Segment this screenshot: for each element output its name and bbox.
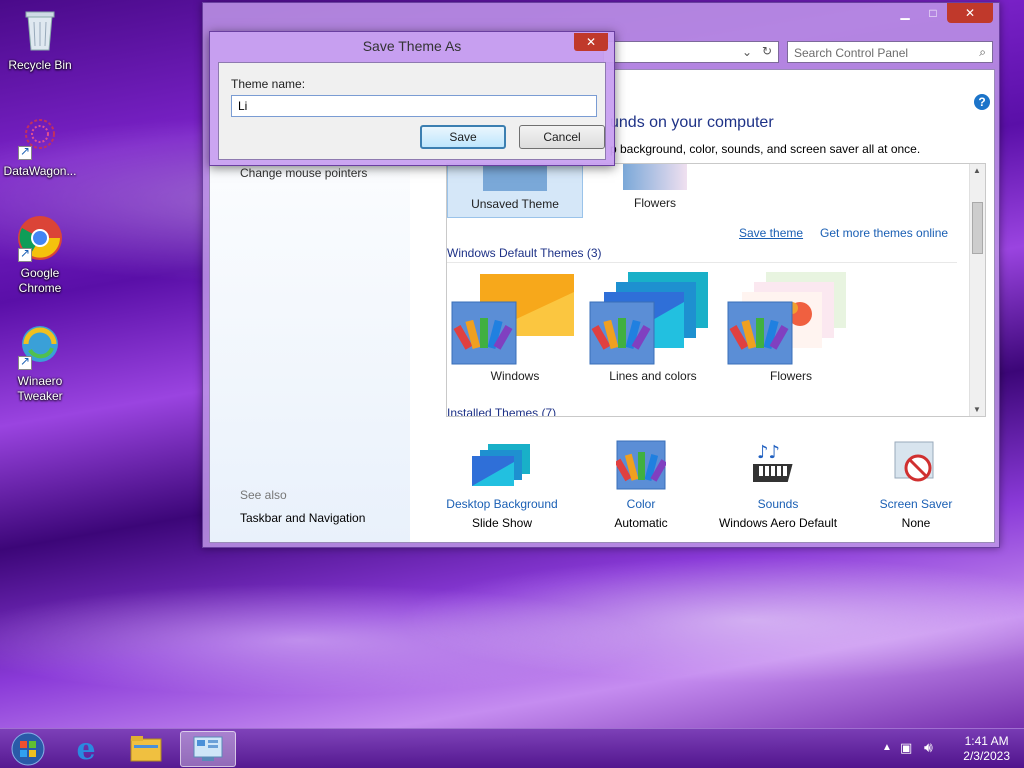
desktop-icon-label: Recycle Bin: [8, 58, 72, 72]
setting-title: Sounds: [757, 497, 799, 511]
theme-name-input[interactable]: [231, 95, 597, 117]
page-title: unds on your computer: [610, 114, 774, 131]
theme-name-label: Theme name:: [231, 77, 306, 91]
shortcut-arrow-icon: [18, 246, 32, 262]
windows-theme-preview-icon: [451, 274, 574, 365]
network-icon[interactable]: ▣: [900, 740, 912, 756]
theme-flowers[interactable]: Flowers: [723, 272, 859, 383]
scroll-down-icon[interactable]: ▼: [973, 405, 981, 414]
screen-saver-icon: [894, 441, 934, 482]
scroll-up-icon[interactable]: ▲: [973, 166, 981, 175]
internet-explorer-icon: e: [76, 731, 96, 767]
page-description: p background, color, sounds, and screen …: [610, 142, 921, 156]
sounds-icon: ♪♪: [745, 442, 793, 482]
save-button[interactable]: Save: [420, 125, 506, 149]
taskbar-control-panel[interactable]: [180, 731, 236, 767]
save-theme-link[interactable]: Save theme: [739, 226, 803, 240]
flowers-theme-preview-icon: [727, 272, 846, 365]
desktop-background-setting[interactable]: Desktop Background Slide Show: [432, 440, 572, 530]
desktop-icon-winaero[interactable]: Winaero Tweaker: [0, 322, 80, 404]
chevron-down-icon[interactable]: ⌄: [742, 45, 752, 59]
theme-unsaved[interactable]: Unsaved Theme: [447, 164, 583, 218]
taskbar-file-explorer[interactable]: [118, 731, 174, 767]
setting-value: None: [901, 516, 931, 530]
dialog-title: Save Theme As: [362, 38, 462, 54]
setting-title: Screen Saver: [879, 497, 953, 511]
start-button[interactable]: [0, 731, 56, 767]
theme-flowers-mine[interactable]: Flowers: [587, 164, 723, 218]
desktop-background-icon: [472, 444, 530, 486]
chrome-icon: [16, 214, 64, 262]
windows-logo-icon: [11, 732, 45, 766]
system-tray: ▲ ▣ 🔊︎ 1:41 AM 2/3/2023: [874, 729, 1024, 768]
help-icon[interactable]: ?: [974, 94, 990, 110]
dialog-body: Theme name: Save Cancel: [218, 62, 606, 160]
search-icon[interactable]: ⌕: [979, 45, 986, 60]
shortcut-arrow-icon: [18, 144, 32, 160]
minimize-button[interactable]: ▁: [891, 3, 919, 23]
theme-thumbnail-icon: [483, 165, 547, 191]
svg-text:♪♪: ♪♪: [757, 442, 780, 463]
desktop-icon-chrome[interactable]: Google Chrome: [0, 214, 80, 296]
search-placeholder: Search Control Panel: [794, 46, 909, 60]
show-hidden-icons-icon[interactable]: ▲: [882, 742, 892, 753]
desktop-icon-datawagon[interactable]: DataWagon...: [0, 112, 80, 179]
sounds-setting[interactable]: ♪♪ Sounds Windows Aero Default: [708, 440, 848, 530]
cancel-button[interactable]: Cancel: [519, 125, 605, 149]
datawagon-icon: [16, 112, 64, 160]
clock-time: 1:41 AM: [964, 734, 1009, 748]
control-panel-icon: [193, 736, 223, 761]
taskbar-internet-explorer[interactable]: e: [58, 731, 114, 767]
desktop-icon-label: Google Chrome: [18, 266, 62, 295]
address-bar[interactable]: ⌄ ↻: [603, 41, 779, 63]
clock-date: 2/3/2023: [963, 749, 1010, 763]
window-controls: ▁ □ ✕: [891, 3, 993, 23]
save-theme-dialog: Save Theme As ✕ Theme name: Save Cancel: [209, 31, 615, 166]
section-label-text: Windows Default Themes (3): [447, 246, 602, 260]
desktop-icon-label: DataWagon...: [3, 164, 77, 178]
color-icon: [614, 440, 668, 490]
setting-title: Desktop Background: [446, 497, 558, 511]
see-also-label: See also: [240, 488, 287, 502]
get-more-themes-link[interactable]: Get more themes online: [820, 226, 948, 240]
theme-list-scrollbar[interactable]: ▲ ▼: [969, 164, 985, 416]
volume-icon[interactable]: 🔊︎: [924, 739, 933, 756]
sidebar-link-taskbar[interactable]: Taskbar and Navigation: [240, 511, 365, 525]
setting-value: Automatic: [614, 516, 668, 530]
section-label-text: Installed Themes (7): [447, 406, 557, 417]
screen-saver-setting[interactable]: Screen Saver None: [846, 440, 986, 530]
lines-colors-theme-preview-icon: [589, 272, 708, 365]
maximize-button[interactable]: □: [919, 3, 947, 23]
setting-value: Windows Aero Default: [718, 516, 838, 530]
theme-lines-and-colors[interactable]: Lines and colors: [585, 272, 721, 383]
desktop-icon-recycle-bin[interactable]: Recycle Bin: [0, 6, 80, 73]
search-input[interactable]: Search Control Panel ⌕: [787, 41, 993, 63]
close-button[interactable]: ✕: [947, 3, 993, 23]
sidebar-link-mouse-pointers[interactable]: Change mouse pointers: [240, 166, 367, 180]
theme-label: Windows: [490, 369, 540, 383]
scrollbar-thumb[interactable]: [972, 202, 983, 254]
installed-themes-label: Installed Themes (7): [447, 406, 957, 417]
theme-label: Flowers: [769, 369, 812, 383]
theme-label: Flowers: [633, 196, 676, 210]
winaero-icon: [16, 322, 64, 370]
desktop-icon-label: Winaero Tweaker: [17, 374, 63, 403]
color-setting[interactable]: Color Automatic: [571, 440, 711, 530]
theme-list[interactable]: Unsaved Theme Flowers Save theme Get mor…: [446, 163, 986, 417]
theme-windows[interactable]: Windows: [447, 272, 583, 383]
recycle-bin-icon: [16, 6, 64, 54]
setting-title: Color: [626, 497, 656, 511]
dialog-close-button[interactable]: ✕: [574, 33, 608, 51]
folder-icon: [130, 736, 162, 762]
theme-label: Lines and colors: [609, 369, 697, 383]
setting-value: Slide Show: [471, 516, 533, 530]
theme-label: Unsaved Theme: [471, 197, 559, 211]
clock[interactable]: 1:41 AM 2/3/2023: [963, 734, 1010, 764]
taskbar: e ▲ ▣ 🔊︎ 1:41 AM 2/3/2023: [0, 728, 1024, 768]
theme-thumbnail-icon: [623, 164, 687, 190]
windows-default-themes-label: Windows Default Themes (3): [447, 246, 957, 263]
shortcut-arrow-icon: [18, 354, 32, 370]
refresh-icon[interactable]: ↻: [762, 44, 772, 58]
